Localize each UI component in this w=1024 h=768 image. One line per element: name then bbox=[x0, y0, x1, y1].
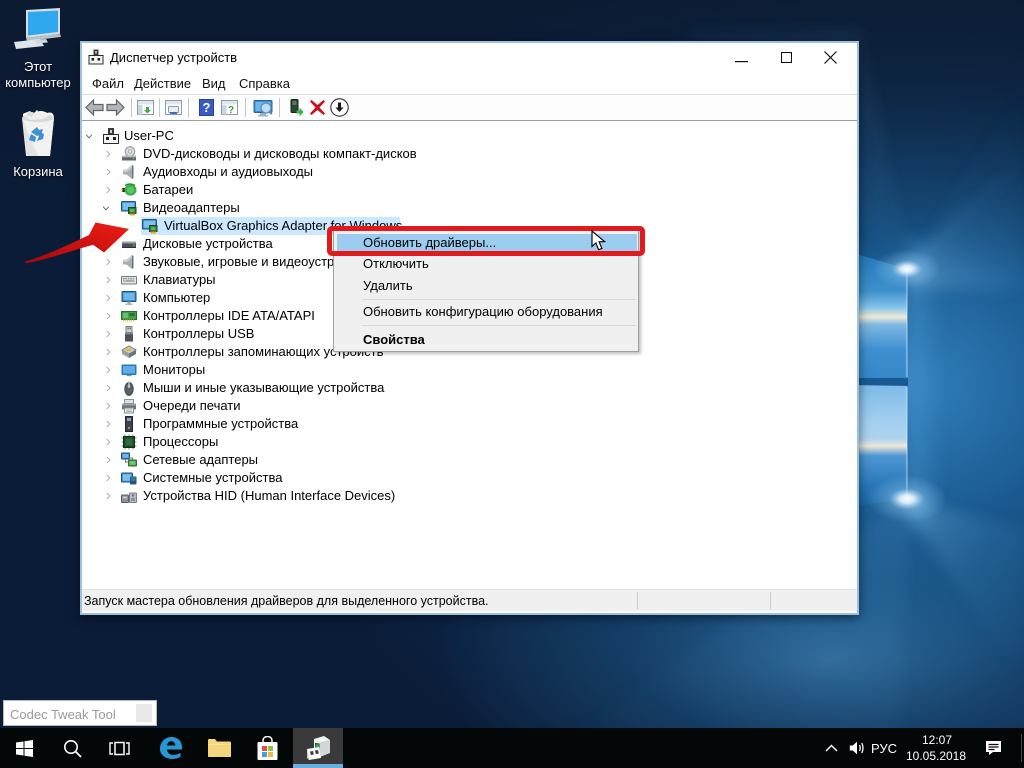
svg-text:?: ? bbox=[203, 100, 211, 115]
svg-text:?: ? bbox=[228, 105, 234, 116]
